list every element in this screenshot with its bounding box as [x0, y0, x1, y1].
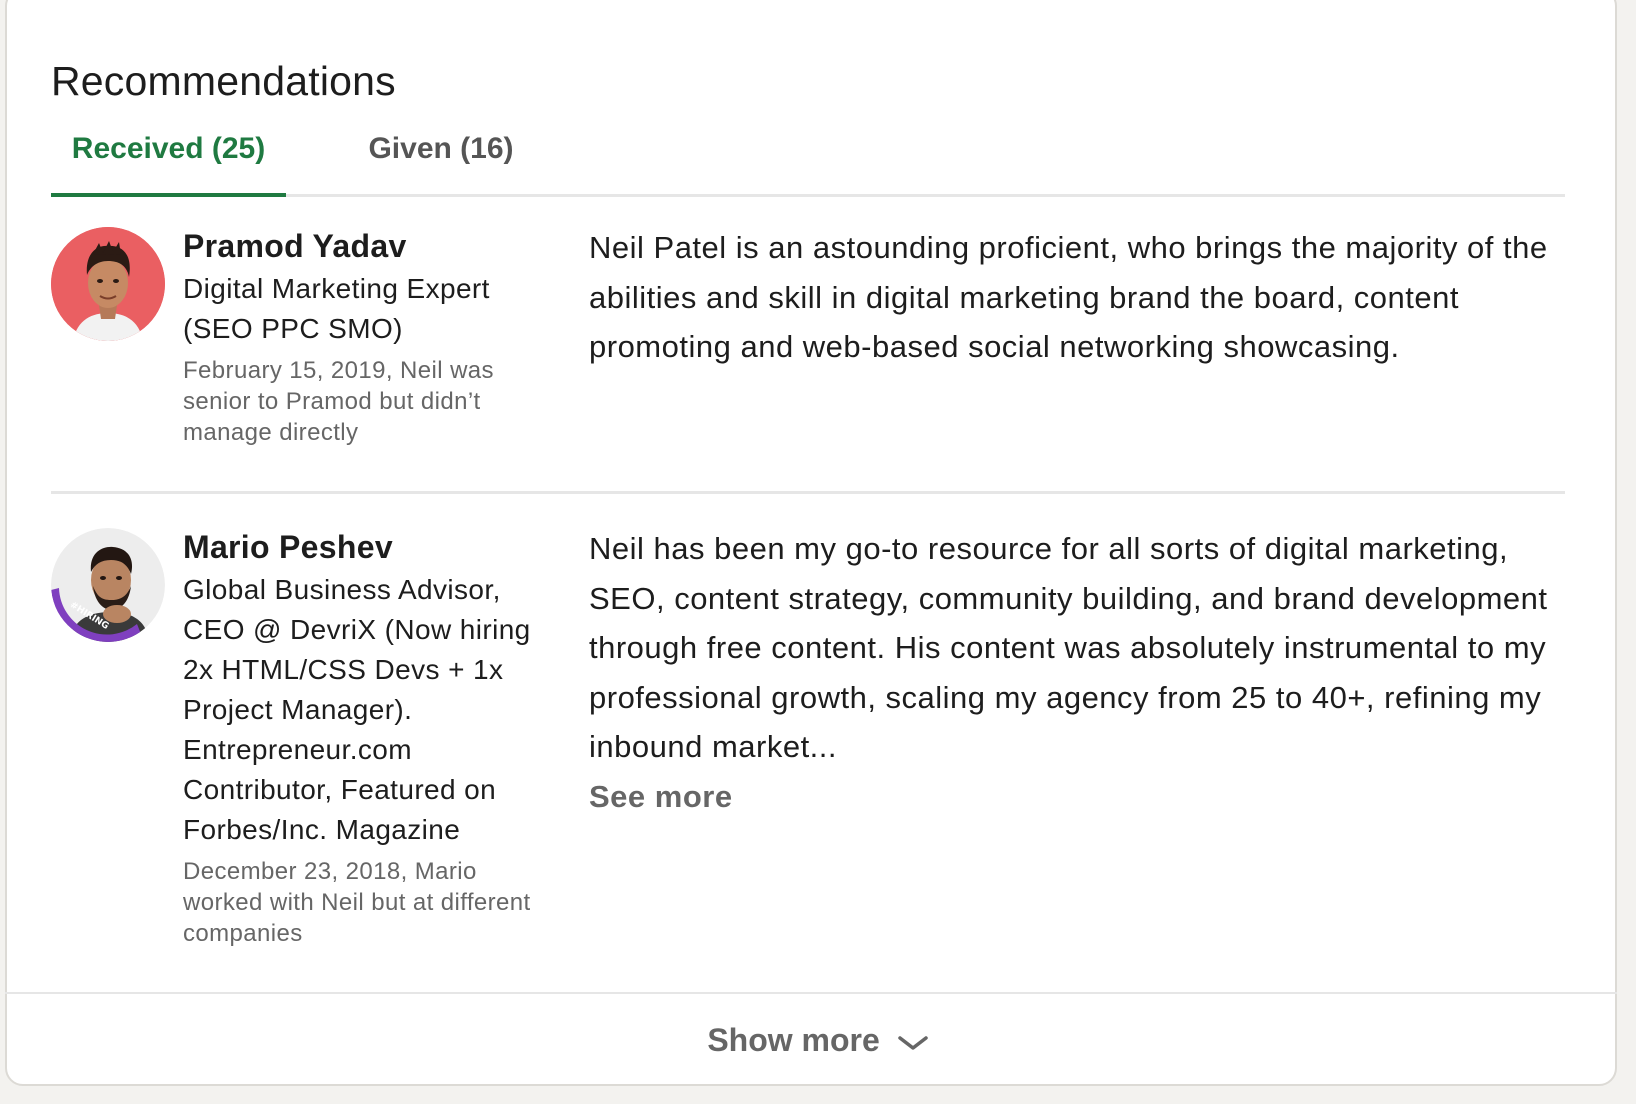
- recommendation-text-content: Neil has been my go-to resource for all …: [589, 531, 1548, 764]
- recommendation-item: Pramod Yadav Digital Marketing Expert (S…: [51, 223, 1565, 494]
- recommender-headline: Global Business Advisor, CEO @ DevriX (N…: [183, 574, 531, 845]
- chevron-down-icon: [897, 1035, 928, 1050]
- avatar[interactable]: #HIRING: [51, 528, 165, 642]
- recommendation-tabs: Received (25) Given (16): [51, 118, 1565, 197]
- see-more-link[interactable]: See more: [589, 772, 1549, 821]
- recommendation-relationship: December 23, 2018, Mario worked with Nei…: [183, 858, 531, 947]
- show-more-label: Show more: [707, 1022, 880, 1058]
- tab-given[interactable]: Given (16): [341, 118, 541, 194]
- recommender-name[interactable]: Pramod Yadav: [183, 223, 553, 269]
- recommendation-text-content: Neil Patel is an astounding proficient, …: [589, 230, 1548, 364]
- recommender-headline: Digital Marketing Expert (SEO PPC SMO): [183, 273, 490, 344]
- recommendation-relationship: February 15, 2019, Neil was senior to Pr…: [183, 357, 494, 446]
- profile-photo-icon: #HIRING: [51, 528, 165, 642]
- recommender-meta: Pramod Yadav Digital Marketing Expert (S…: [183, 223, 553, 448]
- section-title: Recommendations: [51, 58, 396, 104]
- footer-divider: [5, 992, 1617, 994]
- recommendation-item: #HIRING Mario Peshev Global Business Adv…: [51, 524, 1565, 989]
- profile-photo-icon: [51, 227, 165, 341]
- tab-received[interactable]: Received (25): [51, 118, 286, 197]
- recommender-meta: Mario Peshev Global Business Advisor, CE…: [183, 524, 553, 949]
- avatar[interactable]: [51, 227, 165, 341]
- recommender-name[interactable]: Mario Peshev: [183, 524, 553, 570]
- show-more-button[interactable]: Show more: [0, 1015, 1636, 1065]
- recommendation-text: Neil Patel is an astounding proficient, …: [589, 223, 1549, 372]
- recommendation-text: Neil has been my go-to resource for all …: [589, 524, 1549, 821]
